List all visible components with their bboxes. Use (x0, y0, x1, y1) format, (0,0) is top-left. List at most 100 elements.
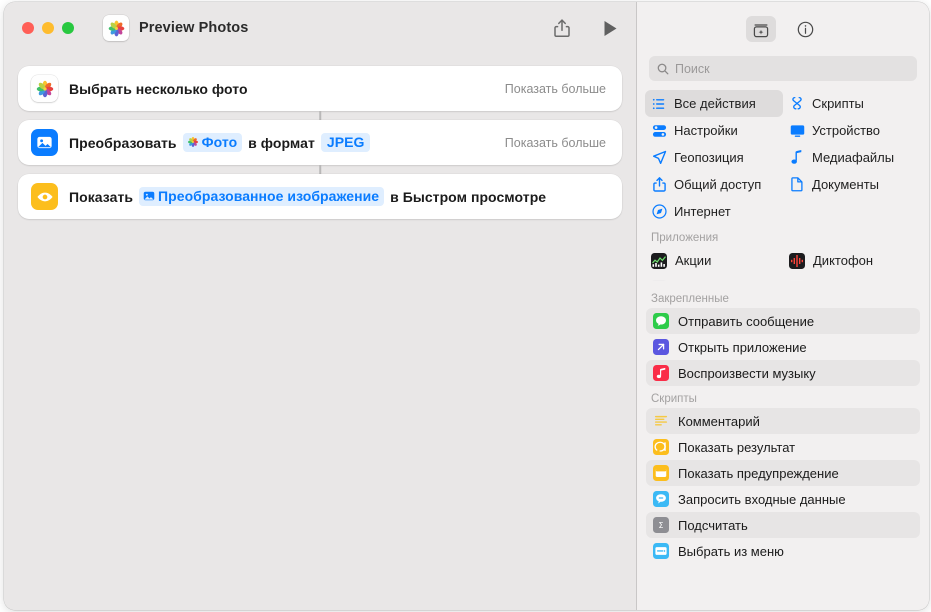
svg-text:Σ: Σ (659, 521, 664, 530)
sidebar-item-documents[interactable]: Документы (783, 171, 921, 198)
sidebar-item-label: Настройки (674, 123, 738, 138)
quick-look-icon (31, 183, 58, 210)
sidebar-item-label: Скрипты (812, 96, 864, 111)
action-label-2: в формат (248, 134, 315, 151)
photos-icon (31, 75, 58, 102)
sidebar-bottom-lists: Закрепленные Отправить сообщение Открыть… (637, 286, 929, 610)
list-item[interactable]: Запросить входные данные (646, 486, 920, 512)
apps-grid: Акции Диктофон (637, 247, 929, 286)
pinned-list: Отправить сообщение Открыть приложение В… (637, 308, 929, 386)
sidebar-item-label: Все действия (674, 96, 756, 111)
scripts-icon (789, 96, 805, 111)
action-label: Показать (69, 188, 134, 205)
format-token-jpeg[interactable]: JPEG (320, 132, 371, 153)
app-item-stocks[interactable]: Акции (645, 247, 783, 274)
share-icon[interactable] (550, 16, 574, 40)
sidebar-item-location[interactable]: Геопозиция (645, 144, 783, 171)
action-connector (319, 111, 321, 120)
list-icon (651, 97, 667, 111)
variable-token-photos[interactable]: Фото (182, 132, 243, 153)
shortcut-editor-pane: Preview Photos Выбрать несколько фото По… (4, 2, 636, 610)
info-icon[interactable] (790, 16, 820, 42)
sidebar-item-settings[interactable]: Настройки (645, 117, 783, 144)
titlebar-actions (550, 2, 622, 54)
list-item-label: Открыть приложение (678, 339, 807, 355)
scripts-list: Комментарий Показать результат Показать … (637, 408, 929, 564)
display-icon (789, 124, 805, 138)
location-icon (651, 150, 667, 165)
show-more-button[interactable]: Показать больше (505, 82, 606, 96)
token-label: Преобразованное изображение (158, 187, 380, 204)
search-container (637, 56, 929, 90)
list-item[interactable]: Комментарий (646, 408, 920, 434)
ask-input-icon (653, 491, 669, 507)
list-item[interactable]: Воспроизвести музыку (646, 360, 920, 386)
open-app-icon (653, 339, 669, 355)
voicememos-icon (789, 252, 805, 269)
alert-icon (653, 465, 669, 481)
list-item-label: Показать предупреждение (678, 465, 839, 481)
document-icon (789, 177, 805, 192)
sidebar-item-scripts[interactable]: Скрипты (783, 90, 921, 117)
show-result-icon (653, 439, 669, 455)
list-item[interactable]: Выбрать из меню (646, 538, 920, 564)
app-item-disk-utility[interactable]: Дисков. утил. (645, 274, 783, 286)
traffic-light-buttons[interactable] (22, 22, 74, 34)
app-item-label: Диктофон (813, 253, 874, 268)
list-item[interactable]: Σ Подсчитать (646, 512, 920, 538)
category-grid: Все действия Скрипты Настройки Устройств… (637, 90, 929, 225)
token-label: Фото (201, 133, 238, 150)
image-variable-icon (143, 190, 155, 202)
search-field[interactable] (649, 56, 917, 81)
minimize-button[interactable] (42, 22, 54, 34)
diskutility-icon (651, 279, 667, 286)
choose-menu-icon (653, 543, 669, 559)
sidebar-item-label: Интернет (674, 204, 731, 219)
app-item-label: Акции (675, 253, 712, 268)
sidebar-item-internet[interactable]: Интернет (645, 198, 783, 225)
action-row[interactable]: Показать Преобразованное изображение в Б… (18, 174, 622, 219)
close-button[interactable] (22, 22, 34, 34)
action-row[interactable]: Выбрать несколько фото Показать больше (18, 66, 622, 111)
compass-icon (651, 204, 667, 219)
home-icon (789, 279, 805, 286)
action-label-2: в Быстром просмотре (390, 188, 547, 205)
app-item-voice-memos[interactable]: Диктофон (783, 247, 921, 274)
app-item-home[interactable]: Дом (783, 274, 921, 286)
share-icon (651, 177, 667, 192)
list-item-label: Подсчитать (678, 517, 748, 533)
action-text: Выбрать несколько фото (69, 81, 251, 97)
list-item-label: Выбрать из меню (678, 543, 784, 559)
variable-token-converted-image[interactable]: Преобразованное изображение (139, 186, 385, 207)
list-item[interactable]: Показать результат (646, 434, 920, 460)
stocks-icon (651, 252, 667, 269)
list-item[interactable]: Отправить сообщение (646, 308, 920, 334)
sidebar-toolbar (637, 2, 929, 56)
category-scroll-region[interactable]: Все действия Скрипты Настройки Устройств… (637, 90, 929, 286)
list-item-label: Комментарий (678, 413, 760, 429)
action-label: Преобразовать (69, 134, 177, 151)
sidebar-item-label: Медиафайлы (812, 150, 895, 165)
sidebar-item-media[interactable]: Медиафайлы (783, 144, 921, 171)
action-library-icon[interactable] (746, 16, 776, 42)
sliders-icon (651, 124, 667, 138)
photos-icon (187, 136, 199, 148)
count-icon: Σ (653, 517, 669, 533)
sidebar-item-device[interactable]: Устройство (783, 117, 921, 144)
search-input[interactable] (675, 61, 909, 76)
window-titlebar: Preview Photos (4, 2, 636, 54)
list-item-label: Отправить сообщение (678, 313, 815, 329)
run-icon[interactable] (598, 16, 622, 40)
action-text: Показать Преобразованное изображение в Б… (69, 186, 549, 207)
show-more-button[interactable]: Показать больше (505, 136, 606, 150)
app-item-label: Дисков. утил. (675, 280, 756, 286)
list-item[interactable]: Показать предупреждение (646, 460, 920, 486)
list-item[interactable]: Открыть приложение (646, 334, 920, 360)
sidebar-item-all-actions[interactable]: Все действия (645, 90, 783, 117)
music-icon (653, 365, 669, 381)
zoom-button[interactable] (62, 22, 74, 34)
action-row[interactable]: Преобразовать Фото в формат JPEG Показат… (18, 120, 622, 165)
actions-list: Выбрать несколько фото Показать больше П… (4, 54, 636, 219)
action-label: Выбрать несколько фото (69, 80, 248, 97)
sidebar-item-sharing[interactable]: Общий доступ (645, 171, 783, 198)
